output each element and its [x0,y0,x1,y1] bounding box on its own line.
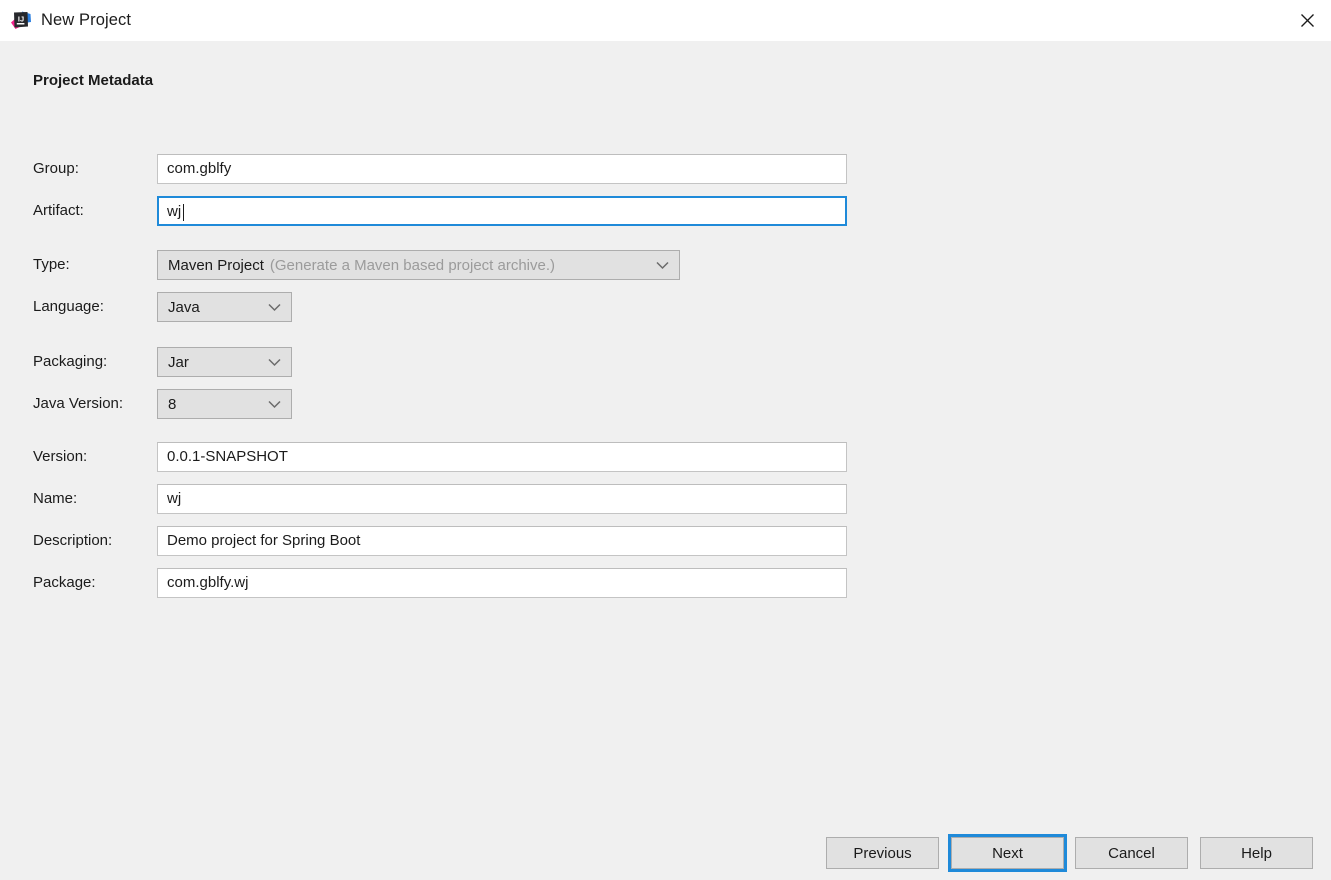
text-input-value: 0.0.1-SNAPSHOT [167,448,288,465]
window-title: New Project [41,11,132,29]
field-label: Java Version: [33,395,124,412]
dropdown-select[interactable]: Java [157,292,292,322]
field-label: Version: [33,448,88,465]
text-input[interactable]: wj [157,196,847,226]
section-title-project-metadata: Project Metadata [33,72,154,89]
text-input[interactable]: com.gblfy [157,154,847,184]
field-label: Package: [33,574,96,591]
field-label: Packaging: [33,353,108,370]
titlebar-left-group: IJ New Project [0,10,131,32]
field-label: Group: [33,160,79,177]
button-label: Cancel [1108,844,1155,862]
intellij-idea-logo-icon: IJ [10,10,32,32]
text-input[interactable]: 0.0.1-SNAPSHOT [157,442,847,472]
text-input-value: wj [167,490,182,507]
dropdown-selected-value: 8 [168,395,177,413]
dropdown-selected-value: Jar [168,353,189,371]
field-label: Name: [33,490,78,507]
dropdown-chevron[interactable] [268,358,281,367]
svg-text:IJ: IJ [18,14,24,23]
previous-button[interactable]: Previous [826,837,939,869]
cancel-button[interactable]: Cancel [1075,837,1188,869]
text-cursor [183,204,185,221]
text-input[interactable]: com.gblfy.wj [157,568,847,598]
close-window-button[interactable] [1283,0,1331,41]
button-label: Next [992,844,1023,862]
dropdown-select[interactable]: 8 [157,389,292,419]
help-button[interactable]: Help [1200,837,1313,869]
dropdown-select[interactable]: Maven Project (Generate a Maven based pro… [157,250,680,280]
field-label: Language: [33,298,104,315]
chevron-down-icon [268,303,281,311]
field-label: Artifact: [33,202,84,219]
window-titlebar: IJ New Project [0,0,1331,41]
dropdown-selected-value: Java [168,298,200,316]
text-input-value: wj [167,203,182,220]
chevron-down-icon [656,261,669,269]
button-label: Previous [853,844,912,862]
text-input-value: Demo project for Spring Boot [167,532,361,549]
new-project-dialog-body: Project Metadata Group: com.gblfy Artifact… [0,41,1331,880]
chevron-down-icon [268,358,281,366]
chevron-down-icon [268,400,281,408]
text-input[interactable]: wj [157,484,847,514]
close-icon [1300,14,1314,27]
next-button[interactable]: Next [951,837,1064,869]
text-input[interactable]: Demo project for Spring Boot [157,526,847,556]
dropdown-chevron[interactable] [268,400,281,409]
dropdown-selected-value: Maven Project [168,256,264,274]
field-label: Type: [33,256,70,273]
text-input-value: com.gblfy [167,160,232,177]
text-input-value: com.gblfy.wj [167,574,249,591]
dropdown-select[interactable]: Jar [157,347,292,377]
dropdown-chevron[interactable] [268,303,281,312]
button-label: Help [1241,844,1272,862]
field-label: Description: [33,532,113,549]
dropdown-hint-text: (Generate a Maven based project archive.… [269,256,556,274]
dropdown-chevron[interactable] [656,261,669,270]
